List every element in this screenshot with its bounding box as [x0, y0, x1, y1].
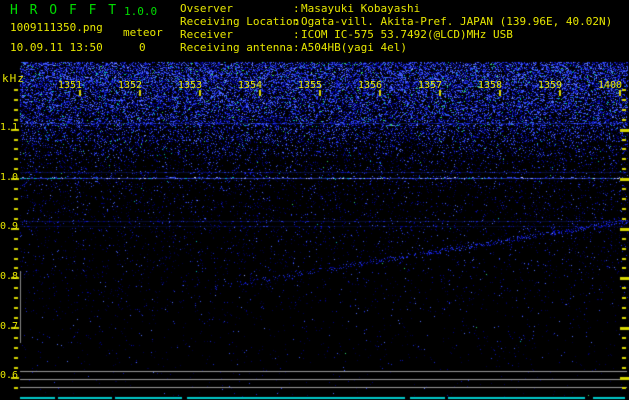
time-tick-label: 1351 — [58, 80, 83, 91]
app-version: 1.0.0 — [124, 5, 158, 18]
time-tick-label: 1352 — [118, 80, 143, 91]
observer-row-label: Ovserver — [180, 2, 233, 15]
observer-row: Ovserver:Masayuki Kobayashi — [180, 2, 612, 15]
time-tick-label: 1356 — [358, 80, 383, 91]
observer-row-separator: : — [293, 28, 300, 41]
time-tick-label: 1353 — [178, 80, 203, 91]
hrofft-screen: H R O F F T 1.0.0 1009111350.png meteor … — [0, 0, 629, 400]
freq-tick-label: 0.9 — [0, 221, 19, 232]
observer-row-separator: : — [293, 2, 300, 15]
datetime-label: 10.09.11 13:50 — [10, 41, 103, 54]
time-tick-label: 1354 — [238, 80, 263, 91]
observer-row: Receiving Location:Ogata-vill. Akita-Pre… — [180, 15, 612, 28]
spectrogram-canvas — [0, 0, 629, 400]
freq-tick-label: 1.1 — [0, 122, 19, 133]
observer-row: Receiving antenna:A504HB(yagi 4el) — [180, 41, 612, 54]
observer-row-label: Receiver — [180, 28, 233, 41]
echo-count: 0 — [139, 41, 146, 54]
app-title: H R O F F T — [10, 3, 119, 18]
observer-row-value: Masayuki Kobayashi — [301, 2, 421, 15]
time-tick-label: 1400 — [598, 80, 623, 91]
freq-axis-unit-label: kHz — [2, 72, 25, 85]
freq-tick-label: 0.7 — [0, 321, 19, 332]
mode-label: meteor — [123, 26, 163, 39]
time-tick-label: 1359 — [538, 80, 563, 91]
freq-tick-label: 1.0 — [0, 172, 19, 183]
time-tick-label: 1357 — [418, 80, 443, 91]
output-filename: 1009111350.png — [10, 21, 103, 34]
observer-row-separator: : — [293, 15, 300, 28]
observer-row-label: Receiving Location — [180, 15, 300, 28]
freq-tick-label: 0.6 — [0, 370, 19, 381]
observer-row-value: ICOM IC-575 53.7492(@LCD)MHz USB — [301, 28, 513, 41]
observer-row-value: Ogata-vill. Akita-Pref. JAPAN (139.96E, … — [301, 15, 613, 28]
freq-tick-label: 0.8 — [0, 271, 19, 282]
observer-info-block: Ovserver:Masayuki Kobayashi Receiving Loc… — [180, 2, 612, 54]
time-tick-label: 1358 — [478, 80, 503, 91]
observer-row-value: A504HB(yagi 4el) — [301, 41, 407, 54]
time-tick-label: 1355 — [298, 80, 323, 91]
observer-row-label: Receiving antenna — [180, 41, 293, 54]
observer-row-separator: : — [293, 41, 300, 54]
observer-row: Receiver:ICOM IC-575 53.7492(@LCD)MHz US… — [180, 28, 612, 41]
